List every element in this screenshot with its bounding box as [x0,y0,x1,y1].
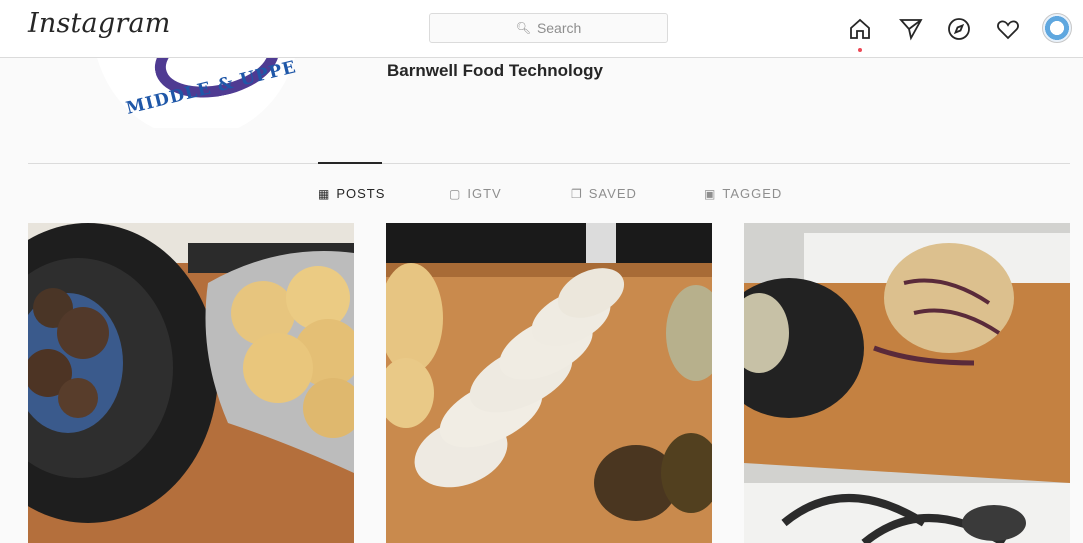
post-image-3 [744,223,1070,543]
profile-username: Barnwell Food Technology [387,61,603,80]
bookmark-icon: ❐ [571,186,583,201]
tabs-divider [28,163,1070,164]
search-placeholder: Search [536,20,582,36]
search-icon: 🔍︎ [515,21,531,35]
direct-message-icon[interactable] [896,14,926,44]
top-navigation-bar: Instagram 🔍︎ Search [0,0,1083,58]
post-image-2 [386,223,712,543]
post-image-1 [28,223,354,543]
active-tab-indicator [318,162,382,164]
post-thumbnail-1[interactable] [28,223,354,543]
tagged-icon: ▣ [704,186,717,201]
igtv-icon: ▢ [449,186,462,201]
tab-igtv[interactable]: ▢ IGTV [449,186,502,201]
instagram-logo[interactable]: Instagram [28,8,171,39]
profile-avatar[interactable] [1042,13,1072,43]
grid-icon: ▦ [318,186,331,201]
tab-saved[interactable]: ❐ SAVED [571,186,637,201]
activity-heart-icon[interactable] [993,14,1023,44]
post-thumbnail-3[interactable] [744,223,1070,543]
home-icon[interactable] [845,14,875,44]
tab-tagged-label: TAGGED [722,186,783,201]
post-thumbnail-2[interactable] [386,223,712,543]
tab-tagged[interactable]: ▣ TAGGED [704,186,782,201]
tab-posts-label: POSTS [336,186,386,201]
tab-igtv-label: IGTV [467,186,502,201]
nav-icons [845,12,1075,46]
search-input[interactable]: 🔍︎ Search [429,13,668,43]
tab-saved-label: SAVED [588,186,637,201]
explore-icon[interactable] [944,14,974,44]
profile-picture[interactable]: MIDDLE & UPPE [92,58,302,128]
notification-dot [858,48,862,52]
tab-posts[interactable]: ▦ POSTS [318,186,385,201]
